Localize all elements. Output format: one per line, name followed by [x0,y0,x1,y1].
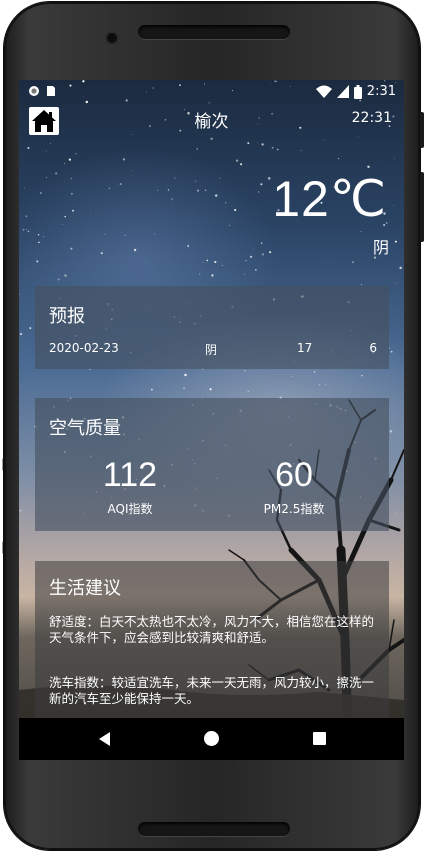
circle-notification-icon [29,86,39,96]
status-time: 2:31 [366,84,396,99]
aqi-metric: 112 AQI指数 [50,456,210,517]
current-temperature: 12℃ [272,171,387,227]
suggestion-title: 生活建议 [49,578,121,599]
forecast-min: 6 [369,341,377,355]
current-condition: 阴 [372,238,389,257]
pm25-metric: 60 PM2.5指数 [214,456,374,517]
aqi-title: 空气质量 [49,418,121,439]
comfort-text: 舒适度：白天不太热也不太冷，风力不大，相信您在这样的天气条件下，应会感到比较清爽… [49,614,375,645]
pm25-value: 60 [275,456,313,494]
back-triangle-icon[interactable] [99,732,110,746]
recents-square-icon[interactable] [313,732,326,745]
aqi-card: 空气质量 112 AQI指数 60 PM2.5指数 [35,398,389,531]
wifi-icon [315,85,332,98]
aqi-label: AQI指数 [107,502,153,516]
forecast-info: 阴 [205,343,218,357]
battery-icon [353,84,362,99]
navigation-bar [19,718,404,760]
aqi-value: 112 [102,456,158,494]
app-screen: 2:31 榆次 22:31 12℃ 阴 预报 2020-02-23 阴 17 6… [19,80,404,760]
forecast-date: 2020-02-23 [49,341,119,355]
signal-icon [336,85,349,98]
status-bar: 2:31 [19,80,404,104]
forecast-row: 2020-02-23 阴 17 6 [49,341,377,359]
update-time: 22:31 [351,110,392,126]
forecast-max: 17 [297,341,313,355]
forecast-title: 预报 [49,306,85,327]
power-button [420,112,424,148]
city-title: 榆次 [194,112,229,132]
forecast-card: 预报 2020-02-23 阴 17 6 [35,286,389,369]
pm25-label: PM2.5指数 [263,502,325,516]
front-camera [107,33,117,43]
car-wash-text: 洗车指数：较适宜洗车，未来一天无雨，风力较小，擦洗一新的汽车至少能保持一天。 [49,675,375,706]
volume-button [420,172,424,242]
sim-card-icon [47,86,55,96]
bottom-speaker [138,822,290,836]
home-circle-icon[interactable] [204,731,219,746]
top-speaker [138,25,290,39]
